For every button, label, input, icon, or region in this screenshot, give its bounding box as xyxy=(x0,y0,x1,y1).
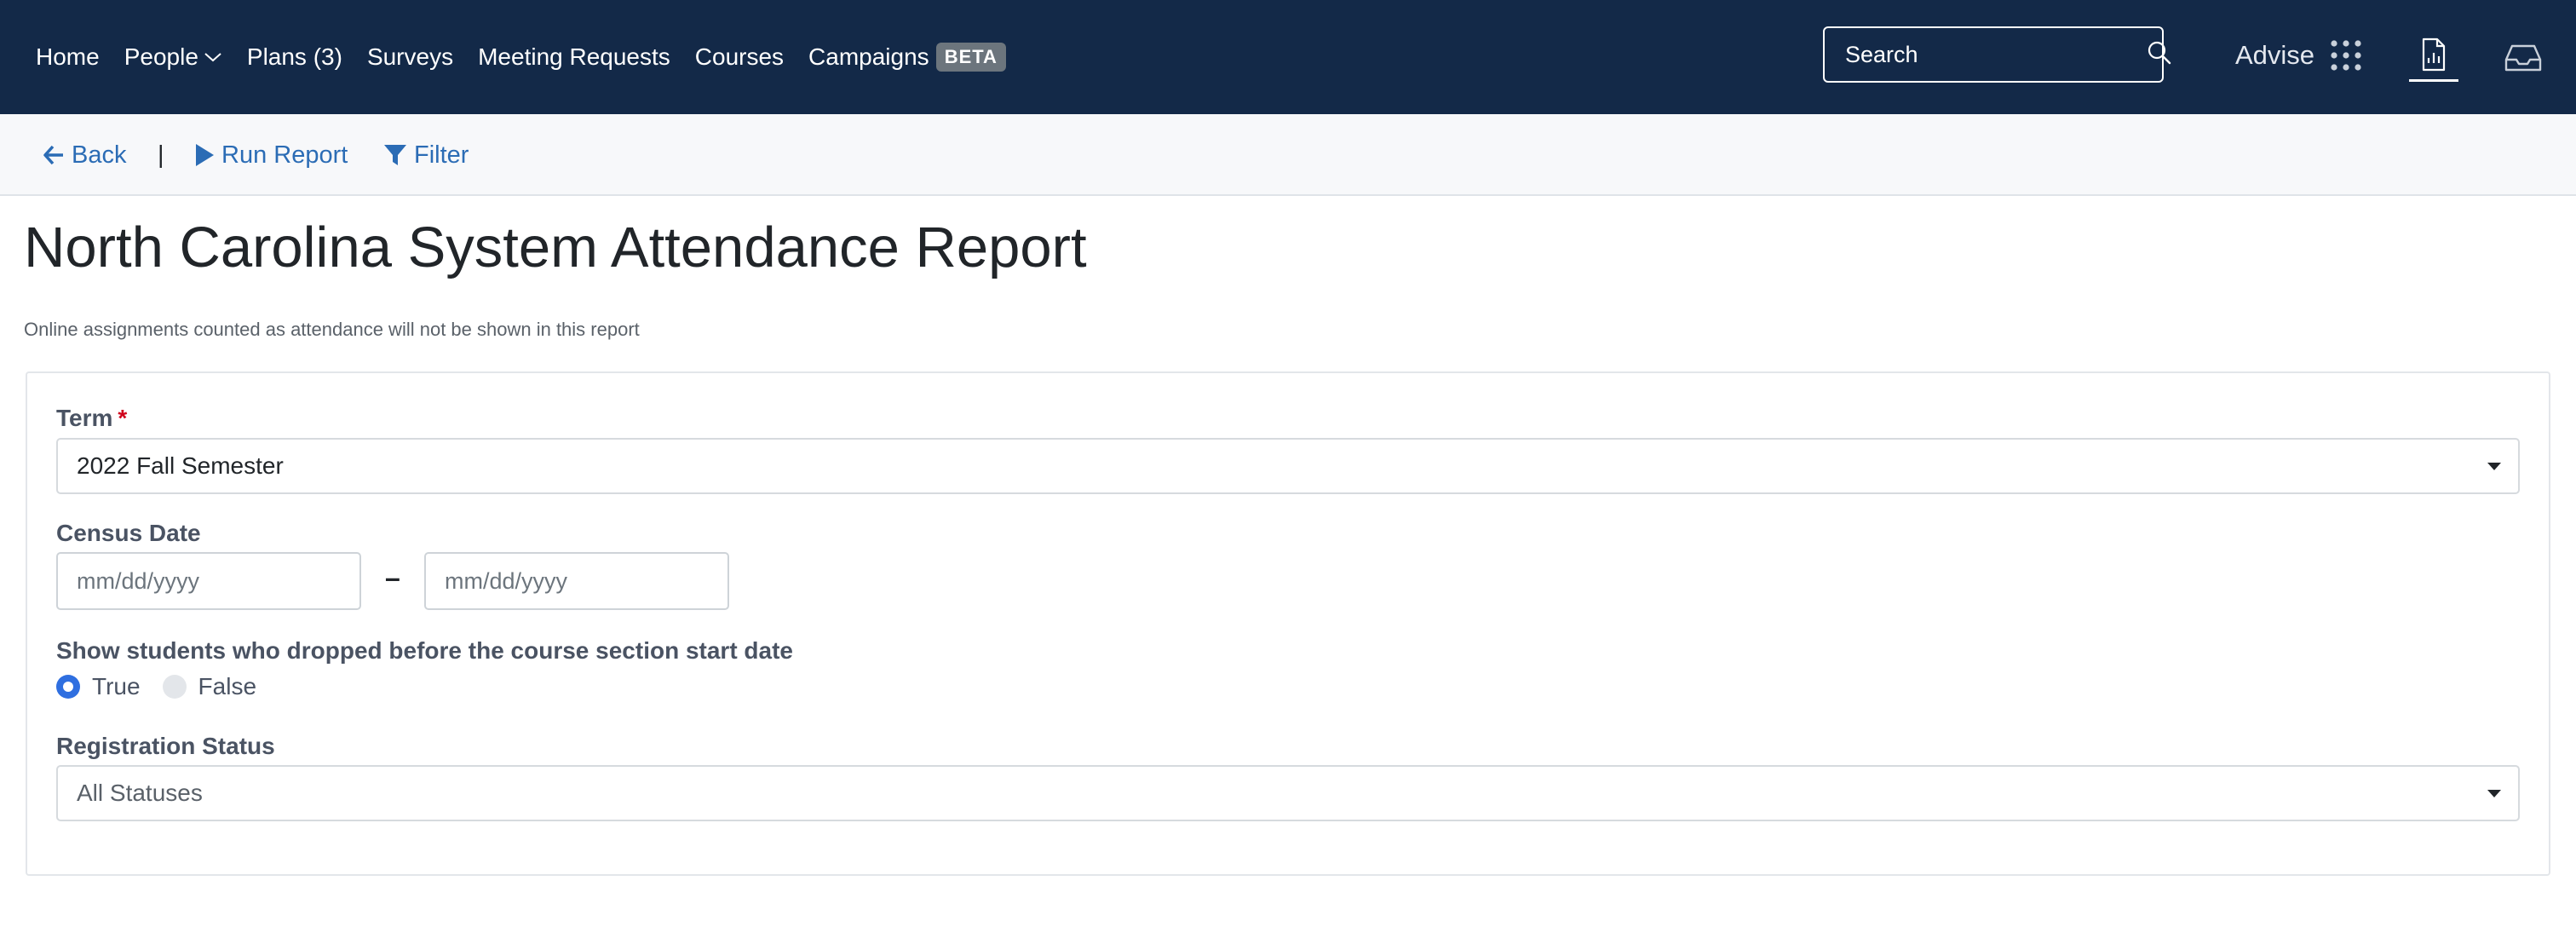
census-date-label: Census Date xyxy=(56,520,201,546)
inbox-icon[interactable] xyxy=(2503,41,2544,75)
term-label-text: Term xyxy=(56,405,113,431)
chevron-down-icon xyxy=(204,51,222,63)
radio-true-label[interactable]: True xyxy=(92,673,141,700)
radio-false-label[interactable]: False xyxy=(198,673,256,700)
search-box xyxy=(1823,26,2171,83)
active-tab-indicator xyxy=(2409,79,2458,82)
nav-campaigns-label: Campaigns xyxy=(808,43,929,70)
radio-true[interactable] xyxy=(56,675,80,699)
advise-label: Advise xyxy=(2235,40,2315,70)
beta-badge: BETA xyxy=(935,43,1006,72)
filter-label: Filter xyxy=(414,141,469,169)
search-input[interactable] xyxy=(1845,41,2147,68)
nav-home[interactable]: Home xyxy=(36,43,100,71)
caret-down-icon xyxy=(2487,790,2501,797)
report-toolbar: Back | Run Report Filter xyxy=(0,114,2576,196)
nav-campaigns[interactable]: Campaigns BETA xyxy=(808,43,1006,72)
play-icon xyxy=(196,144,214,166)
required-asterisk: * xyxy=(118,405,128,431)
term-select-value: 2022 Fall Semester xyxy=(77,452,284,479)
back-button[interactable]: Back xyxy=(43,114,126,196)
term-label: Term * xyxy=(56,405,127,432)
advise-app-switcher[interactable]: Advise xyxy=(2235,34,2362,77)
registration-status-label: Registration Status xyxy=(56,733,275,759)
search-icon[interactable] xyxy=(2147,40,2172,70)
top-navbar: Home People Plans (3) Surveys Meeting Re… xyxy=(0,0,2576,114)
census-start-date-input[interactable] xyxy=(56,552,361,610)
nav-surveys[interactable]: Surveys xyxy=(367,43,453,71)
caret-down-icon xyxy=(2487,463,2501,470)
registration-status-value: All Statuses xyxy=(77,780,203,806)
nav-links: Home People Plans (3) Surveys Meeting Re… xyxy=(36,0,1031,114)
back-label: Back xyxy=(72,141,127,169)
arrow-left-icon xyxy=(43,145,63,165)
dropped-students-label: Show students who dropped before the cou… xyxy=(56,637,794,664)
apps-grid-icon xyxy=(2330,39,2362,72)
date-range-dash: – xyxy=(385,562,400,593)
registration-status-select[interactable]: All Statuses xyxy=(56,765,2520,821)
run-report-button[interactable]: Run Report xyxy=(194,114,348,196)
nav-plans[interactable]: Plans (3) xyxy=(247,43,342,71)
nav-people[interactable]: People xyxy=(124,43,222,71)
dropped-students-radio-group: True False xyxy=(56,670,279,704)
report-icon[interactable] xyxy=(2409,37,2458,82)
nav-people-label: People xyxy=(124,43,198,70)
filter-button[interactable]: Filter xyxy=(383,114,469,196)
term-select[interactable]: 2022 Fall Semester xyxy=(56,438,2520,494)
filter-icon xyxy=(384,145,406,165)
run-report-label: Run Report xyxy=(221,141,348,169)
toolbar-separator: | xyxy=(158,141,164,169)
nav-meeting-requests[interactable]: Meeting Requests xyxy=(478,43,670,71)
page-title: North Carolina System Attendance Report xyxy=(24,216,1087,279)
nav-courses[interactable]: Courses xyxy=(695,43,784,71)
report-note: Online assignments counted as attendance… xyxy=(24,319,640,340)
census-end-date-input[interactable] xyxy=(424,552,729,610)
radio-false[interactable] xyxy=(162,675,187,699)
